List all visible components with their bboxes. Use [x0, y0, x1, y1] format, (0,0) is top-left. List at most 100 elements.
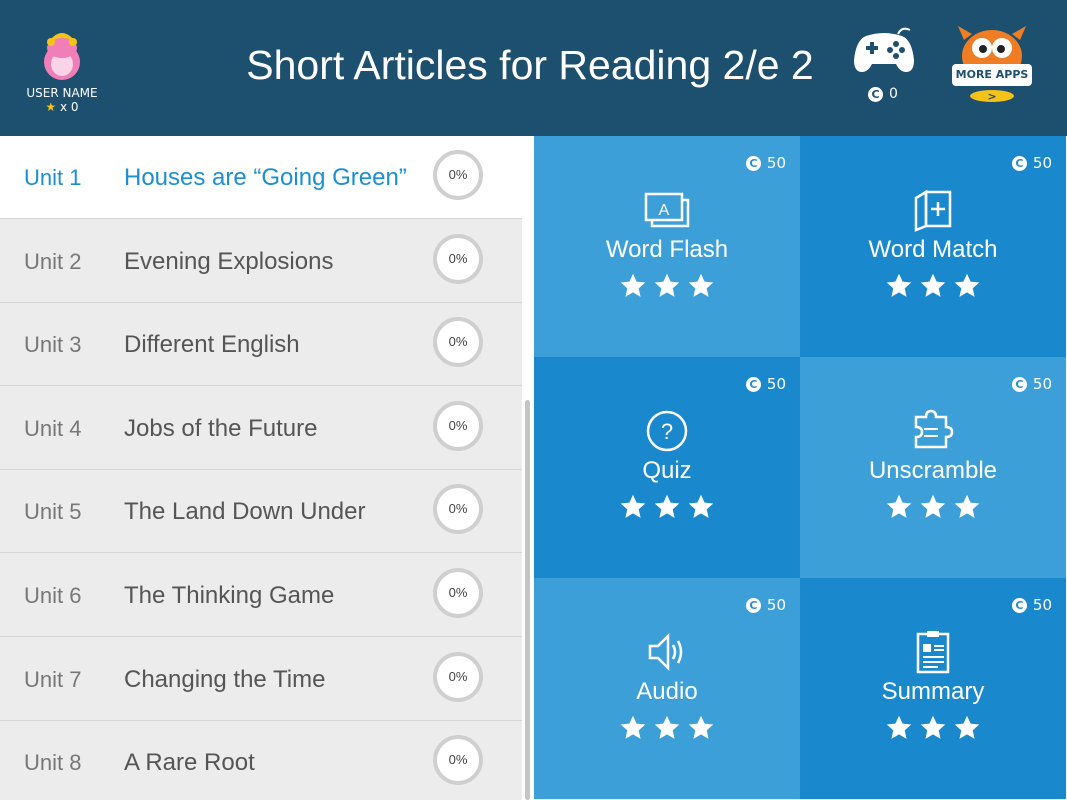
game-coin-count: C 0	[868, 86, 898, 102]
tile-cost: C 50	[1011, 596, 1052, 614]
star-icon	[620, 494, 646, 518]
tile-cost-value: 50	[1032, 375, 1052, 393]
unit-row-3[interactable]: Unit 3 Different English 0%	[0, 303, 522, 386]
star-icon	[688, 273, 714, 297]
progress-circle: 0%	[433, 401, 483, 451]
summary-icon	[916, 631, 950, 674]
activity-word-flash[interactable]: C 50 A Word Flash	[534, 136, 800, 357]
quiz-icon: ?	[646, 410, 688, 452]
activity-audio[interactable]: C 50 Audio	[534, 578, 800, 799]
unit-number: Unit 6	[24, 583, 82, 608]
progress-circle: 0%	[433, 652, 483, 702]
unit-title: Changing the Time	[124, 666, 326, 693]
tile-cost-value: 50	[766, 375, 786, 393]
coin-icon: C	[745, 597, 761, 613]
unit-title: Jobs of the Future	[124, 415, 318, 442]
tile-stars	[800, 493, 1066, 521]
progress-circle: 0%	[433, 484, 483, 534]
tile-cost-value: 50	[1032, 596, 1052, 614]
progress-circle: 0%	[433, 317, 483, 367]
coin-icon: C	[1011, 376, 1027, 392]
unit-title: Different English	[124, 331, 300, 358]
activity-word-match[interactable]: C 50 Word Match	[800, 136, 1066, 357]
tile-cost: C 50	[1011, 154, 1052, 172]
unit-title: Evening Explosions	[124, 248, 334, 275]
progress-circle: 0%	[433, 568, 483, 618]
activity-unscramble[interactable]: C 50 Unscramble	[800, 357, 1066, 578]
unit-list-scrollbar[interactable]	[522, 136, 534, 800]
unit-row-4[interactable]: Unit 4 Jobs of the Future 0%	[0, 387, 522, 470]
unit-row-5[interactable]: Unit 5 The Land Down Under 0%	[0, 470, 522, 553]
user-profile[interactable]: USER NAME ★ x 0	[18, 22, 106, 114]
scrollbar-thumb[interactable]	[525, 400, 530, 800]
unit-row-2[interactable]: Unit 2 Evening Explosions 0%	[0, 220, 522, 303]
unit-row-7[interactable]: Unit 7 Changing the Time 0%	[0, 638, 522, 721]
progress-circle: 0%	[433, 234, 483, 284]
star-icon	[620, 715, 646, 739]
tile-stars	[800, 272, 1066, 300]
star-count-text: x 0	[60, 100, 79, 114]
star-icon	[886, 494, 912, 518]
tile-stars	[534, 493, 800, 521]
word-match-icon	[914, 189, 952, 232]
activity-quiz[interactable]: C 50 ? Quiz	[534, 357, 800, 578]
unit-row-8[interactable]: Unit 8 A Rare Root 0%	[0, 721, 522, 800]
tile-cost-value: 50	[766, 154, 786, 172]
unit-title: Houses are “Going Green”	[124, 164, 407, 191]
tile-label: Word Flash	[605, 236, 729, 263]
coin-icon: C	[745, 376, 761, 392]
avatar	[39, 22, 85, 82]
game-button[interactable]: C 0	[852, 26, 920, 110]
coin-icon: C	[745, 155, 761, 171]
more-apps-label: MORE APPS >	[952, 64, 1032, 103]
coin-icon: C	[868, 86, 883, 102]
activity-summary[interactable]: C 50 Summary	[800, 578, 1066, 799]
tile-cost: C 50	[745, 154, 786, 172]
progress-circle: 0%	[433, 150, 483, 200]
coin-icon: C	[1011, 597, 1027, 613]
unit-number: Unit 2	[24, 249, 82, 274]
game-coin-value: 0	[889, 86, 898, 102]
tile-cost: C 50	[745, 596, 786, 614]
star-icon	[920, 715, 946, 739]
progress-circle: 0%	[433, 735, 483, 785]
gamepad-icon	[854, 27, 914, 72]
unit-row-1[interactable]: Unit 1 Houses are “Going Green” 0%	[0, 136, 522, 219]
audio-icon	[648, 632, 683, 672]
unit-title: The Land Down Under	[124, 498, 366, 525]
tile-cost: C 50	[745, 375, 786, 393]
unit-number: Unit 1	[24, 165, 82, 190]
user-name: USER NAME	[26, 86, 98, 100]
star-icon	[688, 494, 714, 518]
unit-number: Unit 4	[24, 416, 82, 441]
tile-label: Unscramble	[868, 457, 998, 484]
unit-number: Unit 3	[24, 332, 82, 357]
tile-label: Audio	[636, 678, 698, 705]
tile-cost: C 50	[1011, 375, 1052, 393]
tile-stars	[534, 714, 800, 742]
star-icon	[954, 273, 980, 297]
tile-label: Word Match	[868, 236, 998, 263]
unit-title: The Thinking Game	[124, 582, 335, 609]
more-apps-button[interactable]: MORE APPS >	[950, 22, 1034, 106]
unscramble-icon	[914, 409, 954, 449]
star-icon	[920, 273, 946, 297]
star-icon	[954, 715, 980, 739]
page-title: Short Articles for Reading 2/e 2	[246, 42, 814, 88]
unit-number: Unit 5	[24, 499, 82, 524]
star-icon	[954, 494, 980, 518]
unit-number: Unit 8	[24, 750, 82, 775]
unit-number: Unit 7	[24, 667, 82, 692]
unit-title: A Rare Root	[124, 749, 255, 776]
unit-list: Unit 1 Houses are “Going Green” 0% Unit …	[0, 136, 522, 800]
user-star-count: ★ x 0	[18, 100, 106, 114]
star-icon	[654, 715, 680, 739]
tile-cost-value: 50	[766, 596, 786, 614]
star-icon	[886, 273, 912, 297]
app-header: USER NAME ★ x 0 Short Articles for Readi…	[0, 0, 1067, 136]
word-flash-icon: A	[644, 192, 690, 228]
unit-row-6[interactable]: Unit 6 The Thinking Game 0%	[0, 554, 522, 637]
star-icon	[886, 715, 912, 739]
star-icon	[654, 494, 680, 518]
tile-cost-value: 50	[1032, 154, 1052, 172]
